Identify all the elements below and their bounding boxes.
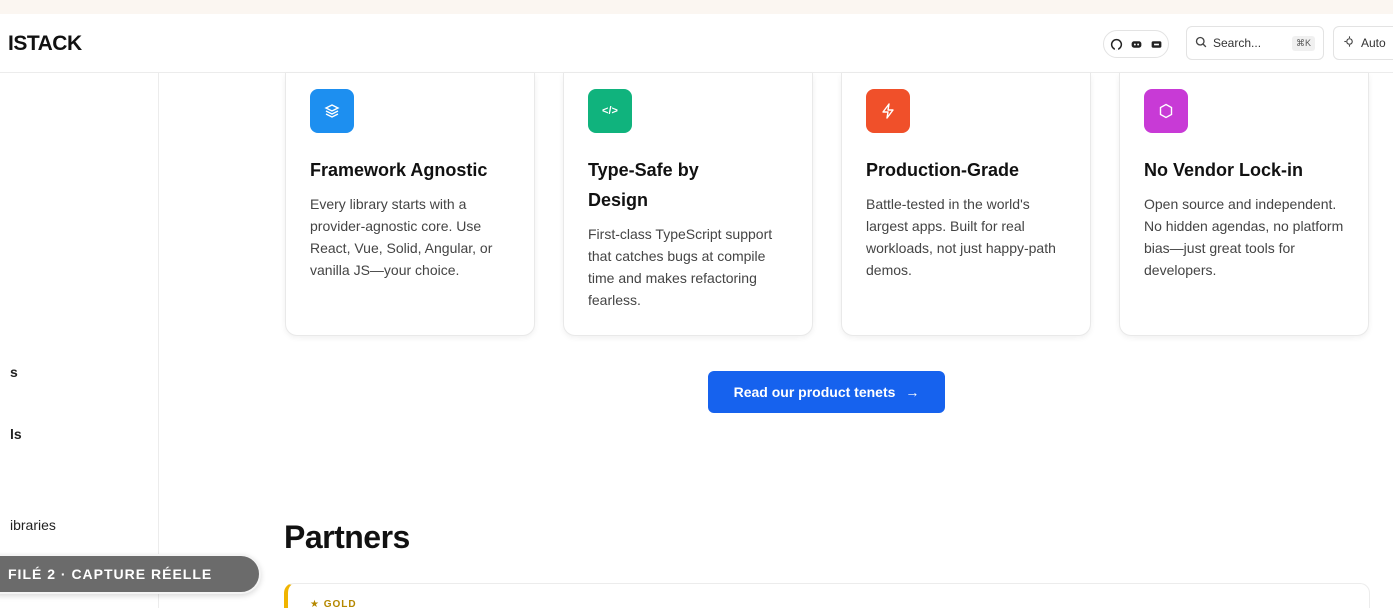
- feature-card: </> Type-Safe by Design First-class Type…: [563, 73, 813, 336]
- gold-partners-card: ★ GOLD: [284, 583, 1370, 608]
- product-tenets-button[interactable]: Read our product tenets →: [708, 371, 945, 413]
- shield-icon: [1144, 89, 1188, 133]
- feature-card: No Vendor Lock-in Open source and indepe…: [1119, 73, 1369, 336]
- sidebar: s ls ibraries: [0, 73, 159, 608]
- search-icon: [1195, 36, 1207, 51]
- feature-title: Type-Safe by Design: [588, 160, 699, 210]
- search-shortcut: ⌘K: [1291, 35, 1315, 51]
- sidebar-item[interactable]: s: [10, 364, 18, 380]
- theme-icon: [1344, 36, 1355, 50]
- social-links: [1103, 30, 1169, 58]
- feature-description: Every library starts with a provider-agn…: [310, 196, 493, 278]
- feature-description: First-class TypeScript support that catc…: [588, 226, 773, 308]
- theme-toggle[interactable]: Auto: [1333, 26, 1393, 60]
- search-label: Search...: [1213, 36, 1262, 50]
- discord-icon[interactable]: [1128, 36, 1144, 52]
- feature-card: Production-Grade Battle-tested in the wo…: [841, 73, 1091, 336]
- feature-card: Framework Agnostic Every library starts …: [285, 73, 535, 336]
- code-icon: </>: [588, 89, 632, 133]
- site-logo[interactable]: ISTACK: [8, 32, 82, 56]
- gold-tier-label: ★ GOLD: [310, 599, 357, 608]
- feature-description: Battle-tested in the world's largest app…: [866, 196, 1056, 278]
- x-icon[interactable]: [1148, 36, 1164, 52]
- feature-description: Open source and independent. No hidden a…: [1144, 196, 1344, 278]
- capture-badge: FILÉ 2 · CAPTURE RÉELLE: [0, 554, 261, 594]
- partners-heading: Partners: [284, 519, 410, 555]
- feature-title: Production-Grade: [866, 160, 1020, 180]
- theme-label: Auto: [1361, 36, 1386, 50]
- feature-title: No Vendor Lock-in: [1144, 160, 1304, 180]
- feature-title: Framework Agnostic: [310, 160, 488, 180]
- search-button[interactable]: Search... ⌘K: [1186, 26, 1324, 60]
- layers-icon: [310, 89, 354, 133]
- bolt-icon: [866, 89, 910, 133]
- sidebar-item[interactable]: ibraries: [10, 517, 56, 533]
- capture-badge-label: FILÉ 2 · CAPTURE RÉELLE: [8, 566, 213, 582]
- github-icon[interactable]: [1108, 36, 1124, 52]
- top-strip: [0, 0, 1393, 14]
- cta-label: Read our product tenets: [733, 384, 896, 400]
- site-header: ISTACK Search... ⌘K Auto: [0, 14, 1393, 73]
- sidebar-item[interactable]: ls: [10, 426, 22, 442]
- arrow-right-icon: →: [905, 384, 920, 400]
